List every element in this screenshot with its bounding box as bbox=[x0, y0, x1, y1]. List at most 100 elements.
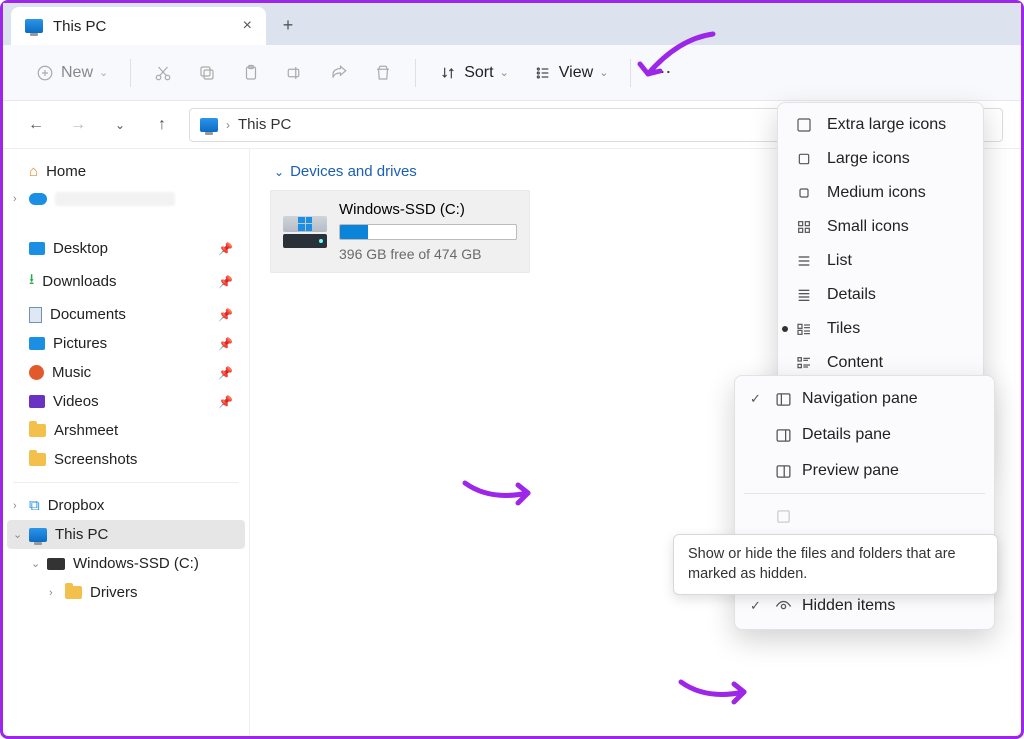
chevron-down-icon: ⌄ bbox=[500, 66, 509, 79]
new-button[interactable]: New ⌄ bbox=[27, 57, 116, 89]
sidebar-label: Screenshots bbox=[54, 451, 137, 468]
menu-label: Tiles bbox=[827, 320, 860, 338]
usage-bar bbox=[339, 224, 517, 240]
sidebar-label: Windows-SSD (C:) bbox=[73, 555, 199, 572]
chevron-right-icon[interactable]: › bbox=[13, 500, 17, 512]
submenu-label: Navigation pane bbox=[802, 390, 918, 408]
drive-tile[interactable]: Windows-SSD (C:) 396 GB free of 474 GB bbox=[270, 190, 530, 273]
small-icons-icon bbox=[795, 218, 813, 236]
pin-icon: 📌 bbox=[218, 242, 233, 256]
new-tab-button[interactable]: + bbox=[272, 9, 304, 41]
submenu-item-preview-pane[interactable]: Preview pane bbox=[740, 453, 989, 489]
chevron-right-icon[interactable]: › bbox=[49, 587, 53, 599]
sidebar-label: This PC bbox=[55, 526, 108, 543]
sort-button[interactable]: Sort ⌄ bbox=[430, 57, 517, 89]
delete-button[interactable] bbox=[365, 57, 401, 89]
menu-item-small[interactable]: Small icons bbox=[783, 210, 978, 244]
menu-label: Large icons bbox=[827, 150, 910, 168]
separator bbox=[415, 59, 416, 87]
close-tab-icon[interactable]: × bbox=[243, 17, 252, 35]
sidebar-label: Home bbox=[46, 163, 86, 180]
eye-icon bbox=[774, 597, 792, 615]
picture-icon bbox=[29, 337, 45, 350]
sidebar-item-dropbox[interactable]: ›⧉Dropbox bbox=[7, 491, 245, 520]
sidebar-item-documents[interactable]: Documents📌 bbox=[7, 300, 245, 329]
check-icon: ✓ bbox=[750, 391, 761, 407]
chevron-down-icon: ⌄ bbox=[99, 66, 108, 79]
menu-item-large[interactable]: Large icons bbox=[783, 142, 978, 176]
sidebar-item-drivers[interactable]: › Drivers bbox=[7, 578, 245, 607]
sidebar-item-folder[interactable]: Screenshots bbox=[7, 445, 245, 474]
menu-item-list[interactable]: List bbox=[783, 244, 978, 278]
sidebar-item-thispc[interactable]: ⌄ This PC bbox=[7, 520, 245, 549]
chevron-right-icon: › bbox=[226, 118, 230, 132]
submenu-item-navigation-pane[interactable]: ✓ Navigation pane bbox=[740, 381, 989, 417]
menu-label: List bbox=[827, 252, 852, 270]
drive-icon bbox=[47, 558, 65, 570]
back-button[interactable]: ← bbox=[21, 110, 51, 140]
tooltip-text: Show or hide the files and folders that … bbox=[688, 546, 956, 582]
folder-icon bbox=[29, 424, 46, 437]
submenu-item-truncated[interactable]: … bbox=[740, 498, 989, 534]
tooltip: Show or hide the files and folders that … bbox=[673, 534, 998, 595]
sidebar-label: Arshmeet bbox=[54, 422, 118, 439]
monitor-icon bbox=[29, 528, 47, 542]
menu-label: Medium icons bbox=[827, 184, 926, 202]
download-icon: ⭳ bbox=[29, 269, 34, 294]
submenu-item-details-pane[interactable]: Details pane bbox=[740, 417, 989, 453]
menu-item-details[interactable]: Details bbox=[783, 278, 978, 312]
cloud-icon bbox=[29, 193, 47, 205]
menu-label: Details bbox=[827, 286, 876, 304]
tiles-icon bbox=[795, 320, 813, 338]
home-icon: ⌂ bbox=[29, 163, 38, 180]
paste-icon bbox=[241, 63, 261, 83]
sidebar-label: Drivers bbox=[90, 584, 138, 601]
forward-button[interactable]: → bbox=[63, 110, 93, 140]
drive-icon bbox=[283, 201, 327, 262]
chevron-right-icon[interactable]: › bbox=[13, 193, 17, 205]
large-icons-icon bbox=[795, 150, 813, 168]
medium-icons-icon bbox=[795, 184, 813, 202]
chevron-down-icon: ⌄ bbox=[599, 66, 608, 79]
menu-item-medium[interactable]: Medium icons bbox=[783, 176, 978, 210]
share-button[interactable] bbox=[321, 57, 357, 89]
rename-icon bbox=[285, 63, 305, 83]
rename-button[interactable] bbox=[277, 57, 313, 89]
copy-button[interactable] bbox=[189, 57, 225, 89]
sidebar-item-downloads[interactable]: ⭳Downloads📌 bbox=[7, 263, 245, 300]
chevron-down-icon[interactable]: ⌄ bbox=[13, 528, 22, 541]
sort-label: Sort bbox=[464, 64, 493, 82]
pin-icon: 📌 bbox=[218, 395, 233, 409]
sidebar-item-desktop[interactable]: Desktop 📌 bbox=[7, 234, 245, 263]
sidebar-label: Pictures bbox=[53, 335, 107, 352]
view-button[interactable]: View ⌄ bbox=[525, 57, 617, 89]
cut-button[interactable] bbox=[145, 57, 181, 89]
sidebar-item-videos[interactable]: Videos📌 bbox=[7, 387, 245, 416]
recent-dropdown[interactable]: ⌄ bbox=[105, 110, 135, 140]
sidebar-item-home[interactable]: ⌂ Home bbox=[7, 157, 245, 186]
chevron-down-icon[interactable]: ⌄ bbox=[31, 557, 40, 570]
sidebar-item-ssd[interactable]: ⌄ Windows-SSD (C:) bbox=[7, 549, 245, 578]
selected-dot-icon bbox=[782, 326, 788, 332]
trash-icon bbox=[373, 63, 393, 83]
menu-item-extra-large[interactable]: Extra large icons bbox=[783, 108, 978, 142]
chevron-down-icon: ⌄ bbox=[274, 165, 284, 179]
submenu-label: Preview pane bbox=[802, 462, 899, 480]
tab-this-pc[interactable]: This PC × bbox=[11, 7, 266, 45]
preview-pane-icon bbox=[774, 462, 792, 480]
sidebar-item-folder[interactable]: Arshmeet bbox=[7, 416, 245, 445]
up-button[interactable]: ↑ bbox=[147, 110, 177, 140]
folder-icon bbox=[65, 586, 82, 599]
monitor-icon bbox=[25, 19, 43, 33]
view-icon bbox=[533, 63, 553, 83]
sidebar-item-music[interactable]: Music📌 bbox=[7, 358, 245, 387]
menu-label: Content bbox=[827, 354, 883, 372]
menu-item-tiles[interactable]: Tiles bbox=[783, 312, 978, 346]
sort-icon bbox=[438, 63, 458, 83]
paste-button[interactable] bbox=[233, 57, 269, 89]
share-icon bbox=[329, 63, 349, 83]
sidebar-label: Desktop bbox=[53, 240, 108, 257]
navigation-pane: ⌂ Home › Desktop 📌 ⭳Downloads📌 Documents📌… bbox=[3, 149, 250, 736]
sidebar-item-pictures[interactable]: Pictures📌 bbox=[7, 329, 245, 358]
sidebar-item-onedrive[interactable]: › bbox=[7, 186, 245, 212]
